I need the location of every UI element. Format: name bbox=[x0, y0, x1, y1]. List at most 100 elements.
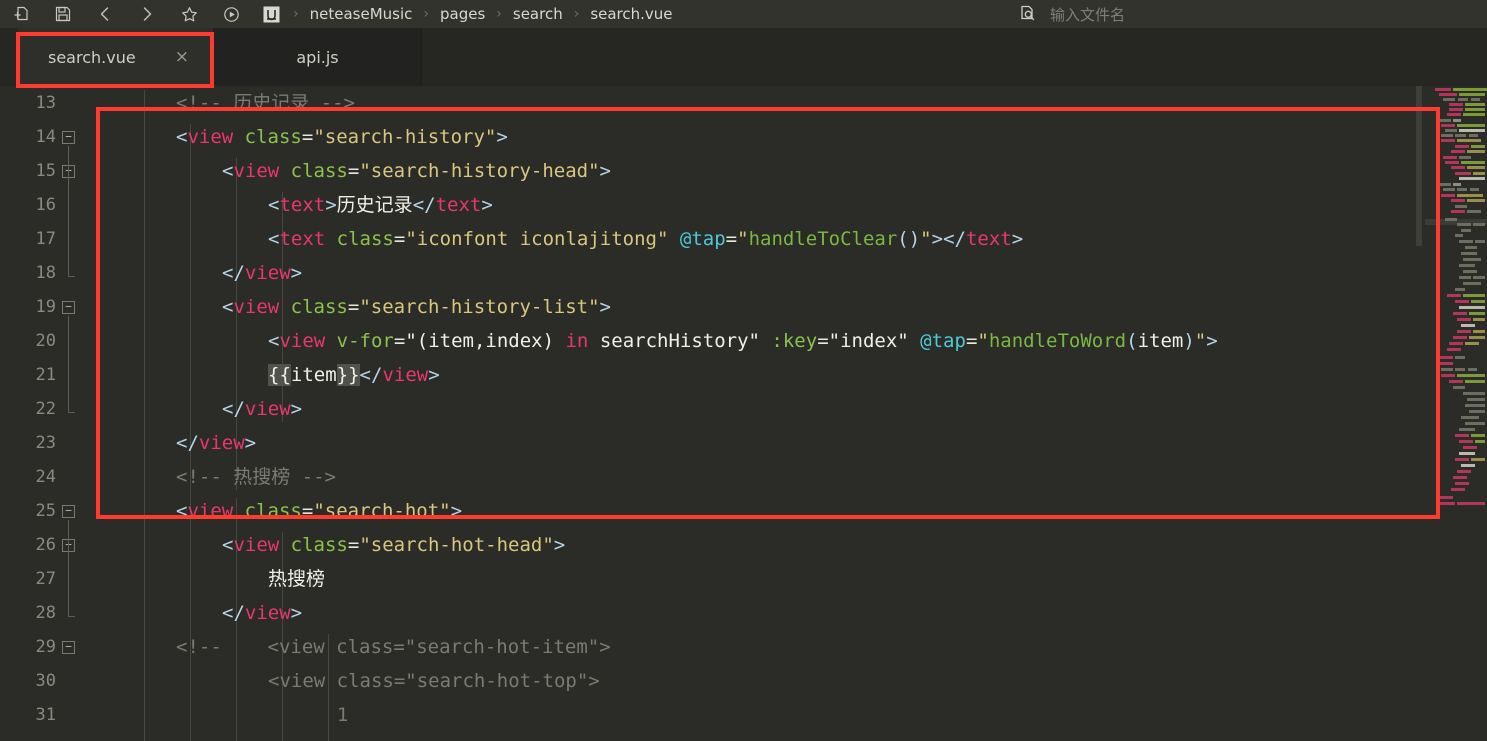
code-line[interactable]: <view class="search-hot"> bbox=[176, 494, 462, 528]
code-line[interactable]: <view class="search-history-head"> bbox=[222, 154, 611, 188]
minimap-row bbox=[1459, 177, 1485, 180]
line-number: 26 bbox=[35, 535, 56, 555]
fold-toggle-icon[interactable]: − bbox=[62, 131, 75, 144]
line-number: 24 bbox=[35, 467, 56, 487]
code-line[interactable]: <!-- <view class="search-hot-item"> bbox=[176, 630, 611, 664]
code-token-white: "index" bbox=[828, 330, 909, 352]
code-line[interactable]: <view class="search-history-list"> bbox=[222, 290, 611, 324]
code-token-eq: = bbox=[965, 330, 978, 352]
minimap-row bbox=[1459, 452, 1475, 455]
code-line[interactable]: <text>历史记录</text> bbox=[268, 188, 493, 222]
minimap-row bbox=[1467, 199, 1485, 202]
code-line[interactable]: </view> bbox=[222, 392, 302, 426]
tab-search-vue[interactable]: search.vue × bbox=[18, 28, 214, 86]
fold-toggle-icon[interactable]: − bbox=[62, 505, 75, 518]
code-token-str: " bbox=[977, 330, 989, 352]
tab-api-js[interactable]: api.js bbox=[214, 28, 422, 86]
minimap-row bbox=[1457, 502, 1485, 505]
code-token-cmt: 1 bbox=[314, 704, 349, 726]
code-token-punc: > bbox=[599, 296, 611, 318]
code-content[interactable]: <!-- 历史记录 --> <view class="search-history… bbox=[84, 86, 1414, 741]
code-line[interactable]: <!-- 热搜榜 --> bbox=[176, 460, 336, 494]
save-icon[interactable] bbox=[42, 0, 84, 28]
minimap-row bbox=[1461, 161, 1485, 164]
code-line[interactable]: <text class="iconfont iconlajitong" @tap… bbox=[268, 222, 1023, 256]
minimap-row bbox=[1459, 93, 1485, 96]
back-arrow-icon[interactable] bbox=[84, 0, 126, 28]
minimap-row bbox=[1465, 380, 1485, 383]
minimap-row bbox=[1463, 270, 1477, 273]
line-number: 21 bbox=[35, 365, 56, 385]
minimap-row bbox=[1457, 470, 1471, 473]
breadcrumb-item-file[interactable]: search.vue bbox=[586, 5, 676, 23]
line-number: 14 bbox=[35, 127, 56, 147]
code-token-cmt: <view class="search-hot-top"> bbox=[268, 670, 600, 692]
code-token-punc: > bbox=[1206, 330, 1218, 352]
code-line[interactable]: 热搜榜 bbox=[268, 562, 325, 596]
code-token-sel: {{ bbox=[268, 364, 291, 386]
breadcrumb-item-search[interactable]: search bbox=[509, 5, 567, 23]
code-token-eq: = bbox=[347, 534, 360, 556]
code-line[interactable]: <view class="search-hot-top"> bbox=[268, 664, 600, 698]
tab-close-icon[interactable]: × bbox=[175, 48, 189, 66]
code-line[interactable]: </view> bbox=[176, 426, 256, 460]
code-token-str: "search-history-list" bbox=[359, 296, 600, 318]
minimap-row bbox=[1457, 194, 1483, 197]
minimap-row bbox=[1455, 145, 1469, 148]
minimap-row bbox=[1445, 129, 1457, 132]
breadcrumb-item-project[interactable]: neteaseMusic bbox=[306, 5, 417, 23]
code-token-str: "iconfont iconlajitong" bbox=[405, 228, 669, 250]
code-line[interactable]: {{item}}</view> bbox=[268, 358, 440, 392]
code-line[interactable]: <view v-for="(item,index) in searchHisto… bbox=[268, 324, 1218, 358]
minimap-row bbox=[1443, 188, 1455, 191]
breadcrumb: › neteaseMusic › pages › search › search… bbox=[256, 0, 677, 28]
code-token-sel: }} bbox=[336, 364, 360, 386]
code-token-eq: = bbox=[301, 500, 314, 522]
vertical-scrollbar[interactable] bbox=[1415, 86, 1425, 741]
scrollbar-thumb[interactable] bbox=[1416, 86, 1422, 246]
code-line[interactable]: <view class="search-hot-head"> bbox=[222, 528, 565, 562]
minimap-row bbox=[1469, 336, 1485, 339]
breadcrumb-separator: › bbox=[423, 6, 429, 22]
code-token-punc: < bbox=[268, 194, 280, 216]
minimap-row bbox=[1455, 234, 1463, 237]
file-search-box[interactable]: 输入文件名 bbox=[1014, 0, 1125, 28]
code-line[interactable]: <view class="search-history"> bbox=[176, 120, 508, 154]
forward-arrow-icon[interactable] bbox=[126, 0, 168, 28]
minimap-row bbox=[1455, 434, 1469, 437]
minimap-row bbox=[1435, 88, 1451, 91]
minimap-row bbox=[1455, 458, 1469, 461]
code-line[interactable]: </view> bbox=[222, 256, 302, 290]
code-token-attr: class bbox=[290, 534, 348, 556]
bookmark-star-icon[interactable] bbox=[168, 0, 210, 28]
minimap[interactable] bbox=[1425, 86, 1487, 741]
minimap-row bbox=[1451, 166, 1465, 169]
code-token-punc: > bbox=[290, 262, 303, 284]
minimap-row bbox=[1453, 386, 1465, 389]
breadcrumb-separator: › bbox=[496, 6, 502, 22]
breadcrumb-item-pages[interactable]: pages bbox=[436, 5, 489, 23]
minimap-row bbox=[1447, 113, 1461, 116]
tab-label: api.js bbox=[296, 47, 339, 67]
code-token-punc: < bbox=[268, 330, 280, 352]
code-line[interactable]: 1 bbox=[314, 698, 348, 732]
run-icon[interactable] bbox=[210, 0, 252, 28]
code-token-tag: text bbox=[279, 194, 326, 216]
code-token-fn: handleToClear bbox=[748, 228, 898, 250]
code-editor[interactable]: 1314−15−16171819−202122232425−26−272829−… bbox=[0, 86, 1487, 741]
new-file-icon[interactable] bbox=[0, 0, 42, 28]
code-line[interactable]: </view> bbox=[222, 596, 302, 630]
code-line[interactable]: <!-- 历史记录 --> bbox=[176, 86, 355, 120]
minimap-row bbox=[1461, 229, 1471, 232]
fold-toggle-icon[interactable]: − bbox=[62, 641, 75, 654]
minimap-row bbox=[1459, 240, 1473, 243]
fold-toggle-icon[interactable]: − bbox=[62, 301, 75, 314]
line-number: 13 bbox=[35, 93, 56, 113]
code-token-tag: view bbox=[233, 296, 280, 318]
minimap-row bbox=[1449, 342, 1463, 345]
minimap-row bbox=[1467, 166, 1485, 169]
minimap-row bbox=[1459, 129, 1485, 132]
